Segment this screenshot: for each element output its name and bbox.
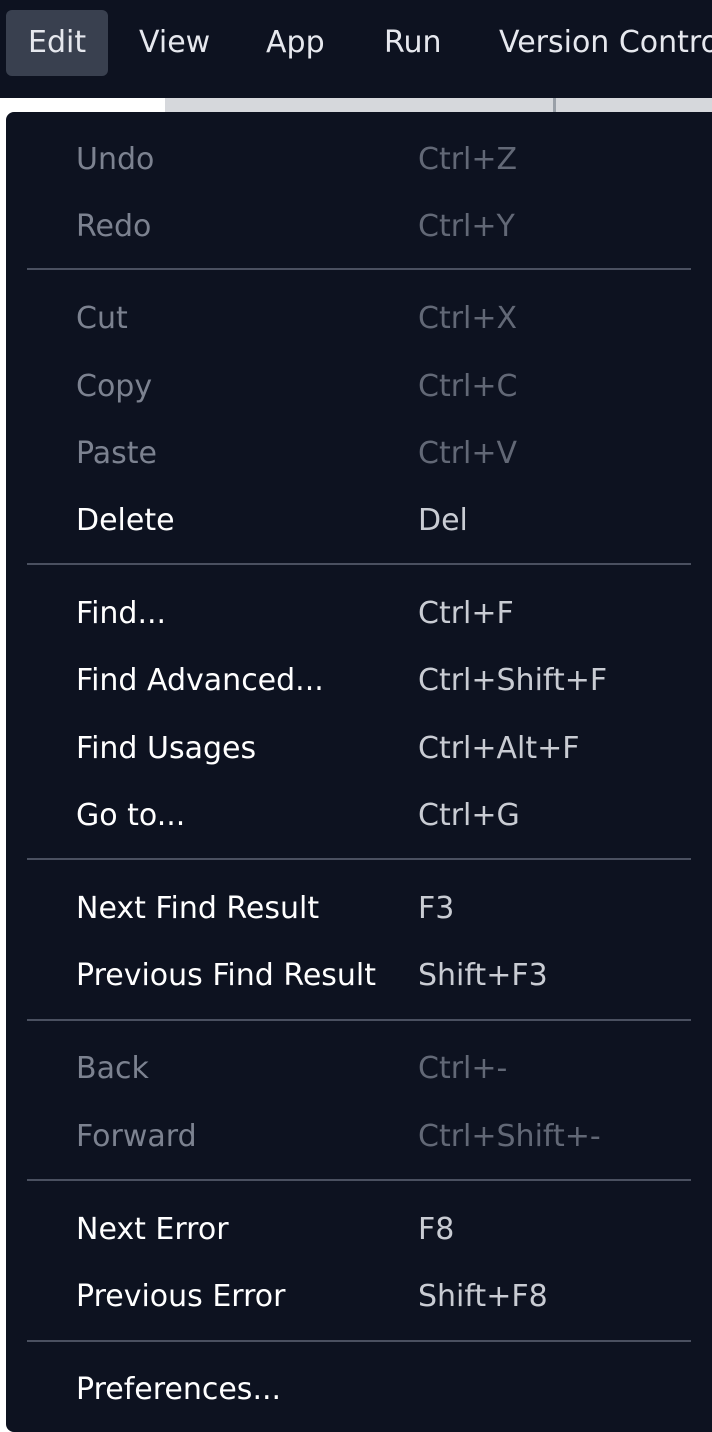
- menu-item-label: Previous Error: [76, 1279, 286, 1314]
- menu-item-label: Forward: [76, 1119, 197, 1154]
- menu-separator: [27, 1019, 691, 1021]
- menu-item-label: Delete: [76, 503, 175, 538]
- menu-item-label: Back: [76, 1051, 149, 1086]
- menu-item-shortcut: Ctrl+Z: [418, 142, 518, 177]
- menu-item-previous-error[interactable]: Previous Error Shift+F8: [6, 1264, 712, 1330]
- menu-item-label: Next Error: [76, 1212, 229, 1247]
- menu-item-go-to[interactable]: Go to... Ctrl+G: [6, 783, 712, 849]
- menu-item-shortcut: Ctrl+-: [418, 1051, 508, 1086]
- menubar-item-app[interactable]: App: [244, 10, 347, 76]
- menu-separator: [27, 268, 691, 270]
- menu-item-shortcut: Shift+F3: [418, 958, 548, 993]
- menu-bar: Edit View App Run Version Contro: [0, 0, 712, 98]
- menu-item-label: Find...: [76, 596, 167, 631]
- menu-item-forward[interactable]: Forward Ctrl+Shift+-: [6, 1104, 712, 1170]
- menu-item-shortcut: F3: [418, 891, 455, 926]
- editor-divider: [553, 98, 556, 112]
- menu-item-previous-find-result[interactable]: Previous Find Result Shift+F3: [6, 943, 712, 1009]
- menu-item-preferences[interactable]: Preferences...: [6, 1357, 712, 1423]
- editor-tab-area: [0, 98, 165, 112]
- menubar-item-version-control[interactable]: Version Contro: [477, 10, 712, 76]
- menu-item-shortcut: Shift+F8: [418, 1279, 548, 1314]
- menu-item-back[interactable]: Back Ctrl+-: [6, 1036, 712, 1102]
- menu-item-next-find-result[interactable]: Next Find Result F3: [6, 876, 712, 942]
- menu-item-shortcut: Ctrl+Alt+F: [418, 731, 580, 766]
- menu-item-label: Next Find Result: [76, 891, 320, 926]
- menu-item-find-advanced[interactable]: Find Advanced... Ctrl+Shift+F: [6, 648, 712, 714]
- menu-item-find-usages[interactable]: Find Usages Ctrl+Alt+F: [6, 716, 712, 782]
- menu-item-label: Preferences...: [76, 1372, 282, 1407]
- menu-item-label: Find Advanced...: [76, 663, 324, 698]
- menu-item-shortcut: Ctrl+C: [418, 369, 518, 404]
- menu-item-copy[interactable]: Copy Ctrl+C: [6, 354, 712, 420]
- menu-item-paste[interactable]: Paste Ctrl+V: [6, 421, 712, 487]
- menu-item-redo[interactable]: Redo Ctrl+Y: [6, 194, 712, 260]
- menu-item-shortcut: Del: [418, 503, 468, 538]
- menu-item-shortcut: F8: [418, 1212, 455, 1247]
- edit-menu-dropdown: Undo Ctrl+Z Redo Ctrl+Y Cut Ctrl+X Copy …: [6, 112, 712, 1432]
- menu-item-label: Paste: [76, 436, 157, 471]
- editor-background-strip: [0, 98, 712, 112]
- menubar-item-edit[interactable]: Edit: [6, 10, 109, 76]
- menu-item-find[interactable]: Find... Ctrl+F: [6, 581, 712, 647]
- menu-item-undo[interactable]: Undo Ctrl+Z: [6, 127, 712, 193]
- menu-item-next-error[interactable]: Next Error F8: [6, 1197, 712, 1263]
- menu-item-label: Find Usages: [76, 731, 257, 766]
- menu-item-shortcut: Ctrl+Y: [418, 209, 515, 244]
- menu-item-shortcut: Ctrl+Shift+F: [418, 663, 608, 698]
- menu-separator: [27, 563, 691, 565]
- menu-item-label: Undo: [76, 142, 155, 177]
- menu-item-label: Copy: [76, 369, 153, 404]
- menu-item-shortcut: Ctrl+F: [418, 596, 514, 631]
- menu-item-delete[interactable]: Delete Del: [6, 488, 712, 554]
- menu-item-cut[interactable]: Cut Ctrl+X: [6, 286, 712, 352]
- menu-separator: [27, 858, 691, 860]
- menu-item-shortcut: Ctrl+X: [418, 301, 518, 336]
- menu-item-shortcut: Ctrl+V: [418, 436, 518, 471]
- menu-item-label: Previous Find Result: [76, 958, 377, 993]
- menu-item-shortcut: Ctrl+G: [418, 798, 520, 833]
- menubar-item-run[interactable]: Run: [362, 10, 464, 76]
- menu-item-label: Go to...: [76, 798, 186, 833]
- menubar-item-view[interactable]: View: [117, 10, 232, 76]
- menu-item-label: Redo: [76, 209, 152, 244]
- menu-item-shortcut: Ctrl+Shift+-: [418, 1119, 601, 1154]
- menu-item-label: Cut: [76, 301, 128, 336]
- menu-separator: [27, 1340, 691, 1342]
- menu-separator: [27, 1179, 691, 1181]
